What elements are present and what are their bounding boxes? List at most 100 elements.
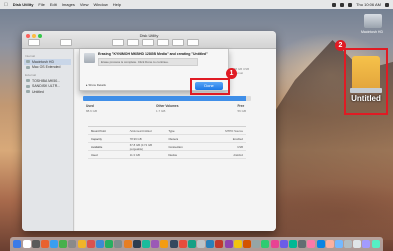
dock-app-icon[interactable] <box>105 240 114 248</box>
usb-drive-label: Untitled <box>351 94 381 103</box>
wifi-icon[interactable] <box>332 2 337 7</box>
disk-icon <box>26 65 30 69</box>
partition-button[interactable] <box>127 39 139 46</box>
info-button[interactable] <box>187 39 199 46</box>
dock-app-icon[interactable] <box>215 240 224 248</box>
dock-app-icon[interactable] <box>288 240 297 248</box>
dock-app-icon[interactable] <box>298 240 307 248</box>
show-details-toggle[interactable]: ▸ Show Details <box>86 83 106 87</box>
table-value: 67.8 GB (0.72 GB purgeable) <box>129 142 152 151</box>
dock-app-icon[interactable] <box>123 240 132 248</box>
erase-status: Erase process is complete. Click Done to… <box>98 58 198 67</box>
dock-app-icon[interactable] <box>233 240 242 248</box>
dock-app-icon[interactable] <box>187 240 196 248</box>
dock-app-icon[interactable] <box>362 240 371 248</box>
menu-images[interactable]: Images <box>62 2 75 7</box>
hard-drive-icon[interactable] <box>364 14 382 28</box>
table-row: Available 67.8 GB (0.72 GB purgeable) Co… <box>88 143 246 151</box>
done-button[interactable]: Done <box>195 82 223 90</box>
apple-menu-icon[interactable]:  <box>4 2 8 8</box>
menu-file[interactable]: File <box>38 2 44 7</box>
sidebar-section-internal: Internal <box>25 54 36 58</box>
dock-app-icon[interactable] <box>132 240 141 248</box>
legend-free: Free 56 GB <box>237 104 246 113</box>
dock-app-icon[interactable] <box>334 240 343 248</box>
dock-app-icon[interactable] <box>77 240 86 248</box>
mount-button[interactable] <box>172 39 184 46</box>
legend-name: Other Volumes <box>156 104 179 108</box>
dock-app-icon[interactable] <box>13 240 22 248</box>
dock-app-icon[interactable] <box>59 240 68 248</box>
search-icon[interactable] <box>385 2 389 7</box>
dock-app-icon[interactable] <box>353 240 362 248</box>
restore-button[interactable] <box>157 39 169 46</box>
app-menu[interactable]: Disk Utility <box>13 2 34 7</box>
menu-help[interactable]: Help <box>113 2 121 7</box>
dock-app-icon[interactable] <box>270 240 279 248</box>
dock-app-icon[interactable] <box>40 240 49 248</box>
volume-button[interactable] <box>60 39 72 46</box>
dock-app-icon[interactable] <box>96 240 105 248</box>
table-key: Owners <box>168 136 179 141</box>
menu-view[interactable]: View <box>80 2 89 7</box>
toolbar <box>112 39 199 46</box>
sidebar-item-label: SANDISK ULTR... <box>32 84 61 89</box>
dock-app-icon[interactable] <box>206 240 215 248</box>
dock-app-icon[interactable] <box>252 240 261 248</box>
dock-app-icon[interactable] <box>141 240 150 248</box>
dock-app-icon[interactable] <box>243 240 252 248</box>
dock-app-icon[interactable] <box>344 240 353 248</box>
table-key: Type <box>168 128 175 133</box>
usage-legend: Used 88.6 GB Other Volumes 1.7 GB Free 5… <box>86 104 246 113</box>
dock-app-icon[interactable] <box>86 240 95 248</box>
table-key: Available <box>91 144 103 149</box>
disk-icon <box>26 90 30 94</box>
dock-app-icon[interactable] <box>114 240 123 248</box>
window-titlebar[interactable]: Disk Utility <box>22 31 276 49</box>
disk-icon <box>26 60 30 64</box>
first-aid-button[interactable] <box>112 39 124 46</box>
sidebar-item-label: Macintosh HD <box>32 59 54 64</box>
erase-button[interactable] <box>142 39 154 46</box>
clock[interactable]: Thu 10:06 AM <box>356 2 381 7</box>
dock-app-icon[interactable] <box>279 240 288 248</box>
table-key: Mount Point <box>91 128 106 133</box>
battery-icon[interactable] <box>348 2 353 7</box>
sidebar-item-external-2[interactable]: Untitled <box>24 89 71 95</box>
dock-app-icon[interactable] <box>169 240 178 248</box>
table-key: Used <box>91 152 98 157</box>
dock-app-icon[interactable] <box>178 240 187 248</box>
volume-info-table: Mount Point /Volumes/Untitled Type MTPO … <box>88 126 246 159</box>
usb-drive-icon[interactable] <box>350 56 382 93</box>
sidebar-toggle-button[interactable] <box>28 39 40 46</box>
dock-app-icon[interactable] <box>151 240 160 248</box>
sidebar-item-label: TOSHIBA MK50... <box>32 78 61 83</box>
legend-other: Other Volumes 1.7 GB <box>156 104 178 113</box>
legend-value: 1.7 GB <box>156 109 166 113</box>
window-title: Disk Utility <box>139 33 159 38</box>
dock-app-icon[interactable] <box>31 240 40 248</box>
sidebar-section-external: External <box>25 73 37 77</box>
dock-app-icon[interactable] <box>307 240 316 248</box>
sidebar: Internal Macintosh HD Mac OS Extended Ex… <box>22 49 74 231</box>
table-row: Mount Point /Volumes/Untitled Type MTPO … <box>88 127 246 135</box>
dock-app-icon[interactable] <box>197 240 206 248</box>
usage-bar <box>83 96 251 101</box>
table-value: USB <box>237 144 243 149</box>
dock-app-icon[interactable] <box>325 240 334 248</box>
dock-app-icon[interactable] <box>224 240 233 248</box>
dock-app-icon[interactable] <box>68 240 77 248</box>
show-details-label: Show Details <box>88 83 106 87</box>
menu-window[interactable]: Window <box>94 2 108 7</box>
table-value: /Volumes/Untitled <box>129 128 152 133</box>
table-value: disk2s2 <box>233 152 243 157</box>
dock-app-icon[interactable] <box>50 240 59 248</box>
dock-app-icon[interactable] <box>22 240 31 248</box>
dock-app-icon[interactable] <box>261 240 270 248</box>
menu-edit[interactable]: Edit <box>50 2 57 7</box>
volume-icon[interactable] <box>340 2 345 7</box>
dock-app-icon[interactable] <box>160 240 169 248</box>
dock-app-icon[interactable] <box>371 240 380 248</box>
dock-app-icon[interactable] <box>316 240 325 248</box>
sidebar-item-internal-1[interactable]: Mac OS Extended <box>24 65 71 71</box>
